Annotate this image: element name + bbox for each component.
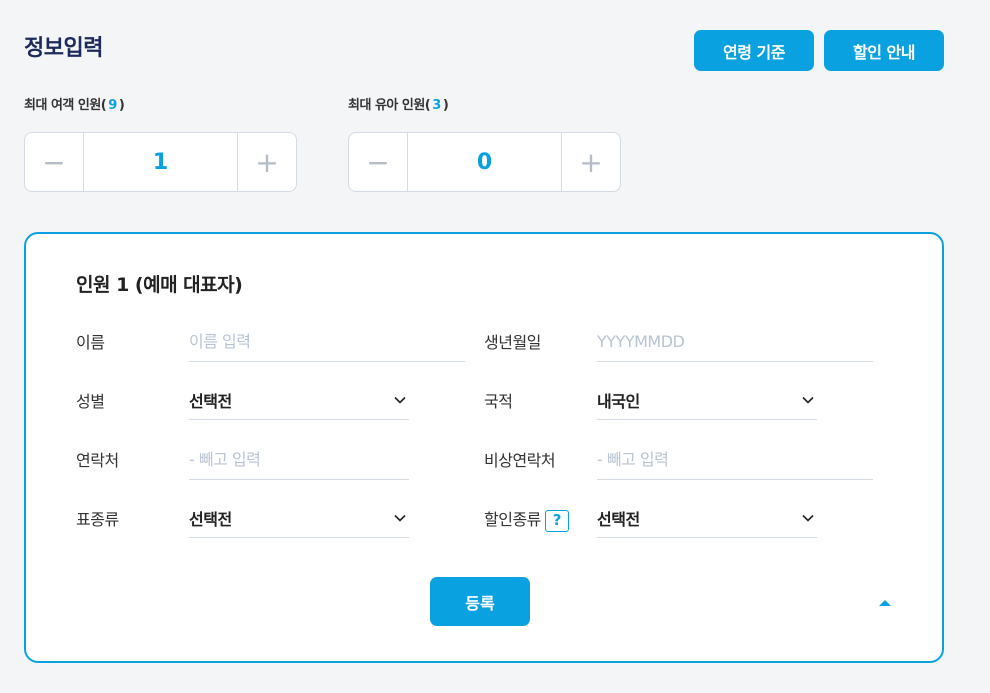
emergency-label: 비상연락처 xyxy=(484,451,556,470)
infant-plus-button[interactable]: + xyxy=(561,133,620,191)
chevron-down-icon xyxy=(394,514,406,522)
ticket-type-selected-value: 선택전 xyxy=(189,509,232,529)
discount-type-label-text: 할인종류 xyxy=(484,510,541,529)
emergency-input[interactable] xyxy=(597,450,873,469)
passenger-card: 인원 1 (예매 대표자) 이름 생년월일 성별 선택전 국적 내국인 연락처 … xyxy=(24,232,944,663)
infant-max-label: 최대 유아 인원(3) xyxy=(348,95,621,117)
gender-selected-value: 선택전 xyxy=(189,391,232,411)
adult-max-label: 최대 여객 인원(9) xyxy=(24,95,297,117)
infant-minus-button[interactable]: − xyxy=(349,133,408,191)
infant-label-prefix: 최대 유아 인원( xyxy=(348,98,431,113)
plus-icon: + xyxy=(255,145,279,179)
discount-type-select[interactable]: 선택전 xyxy=(597,498,817,538)
birth-label: 생년월일 xyxy=(484,333,541,352)
phone-input[interactable] xyxy=(189,450,409,469)
name-input[interactable] xyxy=(189,332,465,351)
adult-counter: 최대 여객 인원(9) − 1 + xyxy=(24,95,297,192)
infant-counter: 최대 유아 인원(3) − 0 + xyxy=(348,95,621,192)
adult-label-suffix: ) xyxy=(118,98,125,113)
adult-label-prefix: 최대 여객 인원( xyxy=(24,98,107,113)
infant-label-suffix: ) xyxy=(442,98,449,113)
caret-up-icon[interactable] xyxy=(878,598,892,608)
nationality-select[interactable]: 내국인 xyxy=(597,380,817,420)
page-title: 정보입력 xyxy=(24,36,103,61)
infant-max-count: 3 xyxy=(432,98,441,113)
adult-max-count: 9 xyxy=(108,98,117,113)
phone-label: 연락처 xyxy=(76,451,119,470)
age-criteria-button[interactable]: 연령 기준 xyxy=(694,30,814,71)
minus-icon: − xyxy=(366,145,390,179)
plus-icon: + xyxy=(579,145,603,179)
chevron-down-icon xyxy=(802,514,814,522)
infant-stepper: − 0 + xyxy=(348,132,621,192)
birth-field xyxy=(597,322,873,362)
register-button[interactable]: 등록 xyxy=(430,577,530,626)
adult-plus-button[interactable]: + xyxy=(237,133,296,191)
adult-count-value: 1 xyxy=(152,149,169,175)
nationality-selected-value: 내국인 xyxy=(597,391,640,411)
chevron-down-icon xyxy=(802,396,814,404)
discount-info-button[interactable]: 할인 안내 xyxy=(824,30,944,71)
discount-type-label: 할인종류? xyxy=(484,509,569,532)
gender-label: 성별 xyxy=(76,392,105,411)
minus-icon: − xyxy=(42,145,66,179)
emergency-field xyxy=(597,440,873,480)
chevron-down-icon xyxy=(394,396,406,404)
question-icon[interactable]: ? xyxy=(544,509,569,532)
gender-select[interactable]: 선택전 xyxy=(189,380,409,420)
ticket-type-label: 표종류 xyxy=(76,510,119,529)
passenger-title: 인원 1 (예매 대표자) xyxy=(76,274,243,296)
birth-input[interactable] xyxy=(597,332,873,351)
nationality-label: 국적 xyxy=(484,392,513,411)
infant-count-value: 0 xyxy=(476,149,493,175)
adult-minus-button[interactable]: − xyxy=(25,133,84,191)
ticket-type-select[interactable]: 선택전 xyxy=(189,498,409,538)
name-field xyxy=(189,322,465,362)
adult-stepper: − 1 + xyxy=(24,132,297,192)
name-label: 이름 xyxy=(76,333,105,352)
discount-type-selected-value: 선택전 xyxy=(597,509,640,529)
phone-field xyxy=(189,440,409,480)
